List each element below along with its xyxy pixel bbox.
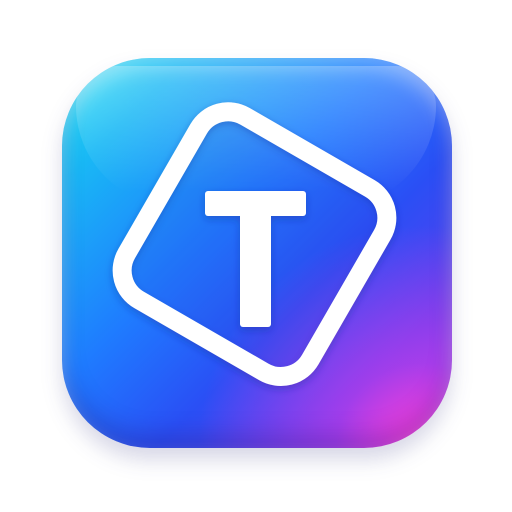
letter-t-icon	[112, 102, 397, 386]
letter-t-stem	[240, 191, 271, 327]
icon-canvas	[0, 0, 512, 512]
